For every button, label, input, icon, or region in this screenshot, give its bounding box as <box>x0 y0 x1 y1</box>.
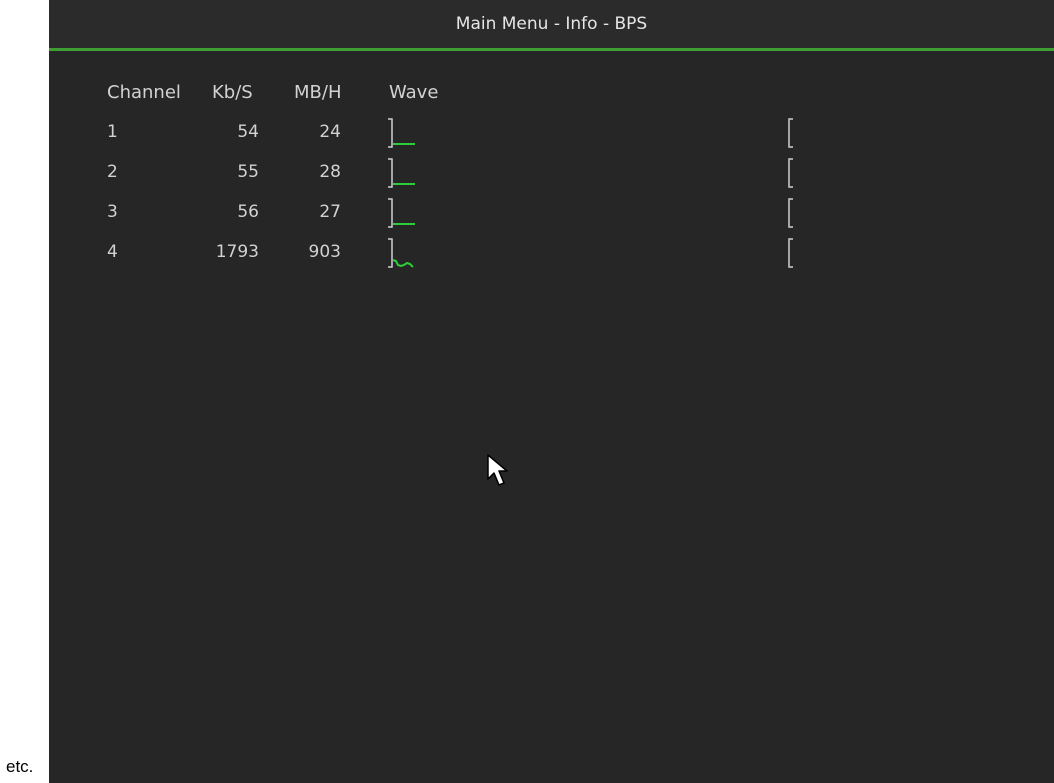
wave-scale-marker <box>788 238 793 268</box>
mouse-pointer-icon <box>487 454 508 486</box>
wave-graph <box>388 118 415 148</box>
header-mbh: MB/H <box>294 82 342 103</box>
wave-left-bracket <box>388 158 393 188</box>
kbs-value: 56 <box>237 202 259 222</box>
screen: etc. Main Menu - Info - BPS Channel Kb/S… <box>0 0 1054 783</box>
window-title: Main Menu - Info - BPS <box>455 14 648 34</box>
table-row: 1 54 24 <box>49 112 1054 152</box>
channel-number: 1 <box>107 122 118 142</box>
channel-number: 4 <box>107 242 118 262</box>
table-row: 4 1793 903 <box>49 232 1054 272</box>
channel-number: 2 <box>107 162 118 182</box>
wave-left-bracket <box>388 118 393 148</box>
header-wave: Wave <box>389 82 439 103</box>
mbh-value: 903 <box>308 242 341 262</box>
title-bar: Main Menu - Info - BPS <box>49 0 1054 51</box>
wave-scale-marker <box>788 118 793 148</box>
wave-scale-marker <box>788 198 793 228</box>
kbs-value: 1793 <box>215 242 259 262</box>
mbh-value: 27 <box>319 202 341 222</box>
mbh-value: 24 <box>319 122 341 142</box>
wave-graph <box>388 238 414 268</box>
mbh-value: 28 <box>319 162 341 182</box>
channel-number: 3 <box>107 202 118 222</box>
header-kbs: Kb/S <box>212 82 253 103</box>
kbs-value: 54 <box>237 122 259 142</box>
wave-graph <box>388 158 415 188</box>
wave-graph <box>388 198 415 228</box>
header-channel: Channel <box>107 82 181 103</box>
caption-text: etc. <box>6 757 34 776</box>
wave-line <box>392 259 414 268</box>
table-row: 2 55 28 <box>49 152 1054 192</box>
wave-scale-marker <box>788 158 793 188</box>
bps-window: Main Menu - Info - BPS Channel Kb/S MB/H… <box>49 0 1054 783</box>
table-row: 3 56 27 <box>49 192 1054 232</box>
wave-left-bracket <box>388 198 393 228</box>
kbs-value: 55 <box>237 162 259 182</box>
wave-left-bracket <box>388 238 393 268</box>
